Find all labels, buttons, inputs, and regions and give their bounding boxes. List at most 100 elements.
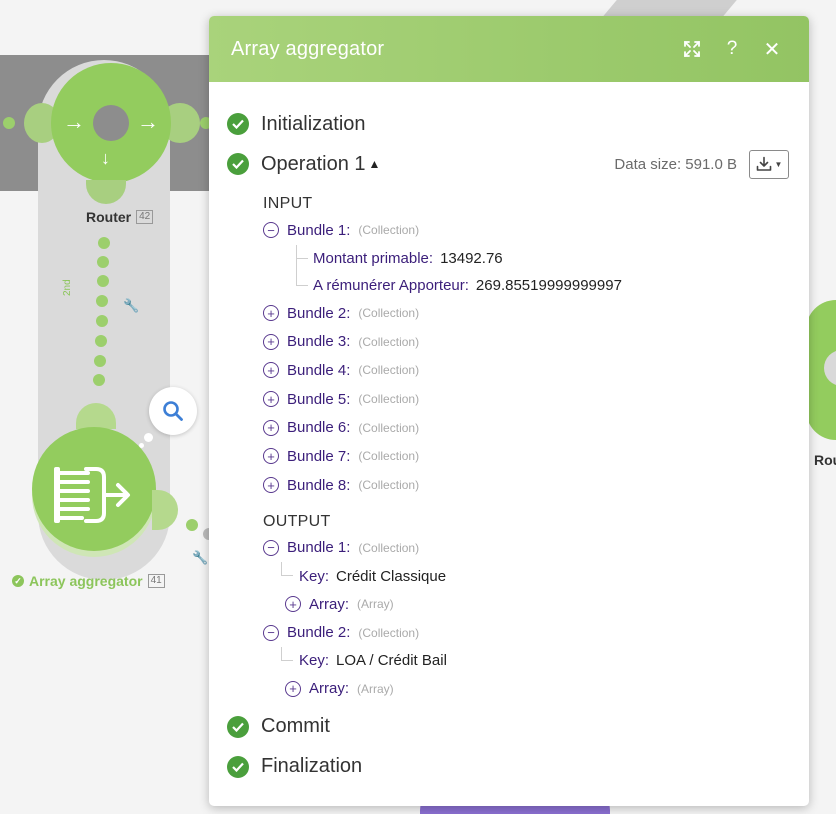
bundle-type: (Collection): [358, 306, 420, 321]
array-type: (Array): [357, 597, 394, 612]
input-bundle-4[interactable]: + Bundle 4: (Collection): [263, 356, 789, 385]
help-button[interactable]: ?: [717, 34, 747, 64]
aggregator-name: Array aggregator: [29, 573, 143, 589]
expand-button[interactable]: [677, 34, 707, 64]
download-icon: [756, 156, 771, 171]
aggregator-label: ✓ Array aggregator 41: [12, 573, 165, 589]
data-size: Data size: 591.0 B: [614, 155, 737, 173]
router-node-right[interactable]: [806, 300, 836, 440]
field-key: Key:: [299, 652, 330, 670]
plus-circle-icon[interactable]: +: [263, 333, 279, 350]
input-tree: − Bundle 1: (Collection) Montant primabl…: [263, 216, 789, 500]
aggregator-connector-right: [152, 490, 178, 530]
success-check-icon: ✓: [12, 575, 24, 587]
stage-label: Operation 1: [261, 152, 366, 175]
link-dot: [96, 315, 108, 327]
link-dot: [93, 374, 105, 386]
input-bundle-7[interactable]: + Bundle 7: (Collection): [263, 442, 789, 471]
plus-circle-icon[interactable]: +: [263, 419, 279, 436]
input-bundle-1[interactable]: − Bundle 1: (Collection): [263, 216, 789, 245]
bundle-label: Bundle 1:: [287, 539, 351, 557]
router-label: Router 42: [86, 209, 154, 225]
aggregator-icon: [54, 467, 130, 523]
bundle-type: (Collection): [358, 625, 420, 640]
wrench-icon[interactable]: 🔧: [123, 298, 139, 314]
output-bundle-2[interactable]: − Bundle 2: (Collection): [263, 618, 789, 647]
input-bundle-8[interactable]: + Bundle 8: (Collection): [263, 471, 789, 500]
route-order-label: 2nd: [62, 279, 73, 296]
execution-inspector-panel: Array aggregator ? ✕ Initialization Oper…: [209, 16, 809, 806]
expand-icon: [684, 41, 700, 57]
array-aggregator-node[interactable]: [32, 427, 156, 551]
minus-circle-icon[interactable]: −: [263, 539, 279, 556]
caret-up-icon[interactable]: ▲: [369, 157, 381, 171]
input-bundle-5[interactable]: + Bundle 5: (Collection): [263, 385, 789, 414]
link-dot: [96, 295, 108, 307]
stage-label: Commit: [261, 715, 330, 738]
operation-meta: Data size: 591.0 B ▼: [614, 149, 789, 179]
minus-circle-icon[interactable]: −: [263, 624, 279, 641]
plus-circle-icon[interactable]: +: [263, 362, 279, 379]
stage-operation[interactable]: Operation 1 ▲ Data size: 591.0 B ▼: [227, 144, 789, 184]
stage-finalization[interactable]: Finalization: [227, 747, 789, 787]
search-icon: [163, 401, 183, 421]
bundle-label: Bundle 6:: [287, 419, 351, 437]
bundle-label: Bundle 5:: [287, 390, 351, 408]
array-type: (Array): [357, 681, 394, 696]
link-dot: [97, 275, 109, 287]
stage-initialization[interactable]: Initialization: [227, 104, 789, 144]
caret-down-icon: ▼: [774, 159, 783, 169]
bundle-type: (Collection): [358, 334, 420, 349]
input-bundle-2[interactable]: + Bundle 2: (Collection): [263, 299, 789, 328]
minus-circle-icon[interactable]: −: [263, 222, 279, 239]
check-circle-icon: [227, 153, 249, 175]
bundle-type: (Collection): [358, 478, 420, 493]
plus-circle-icon[interactable]: +: [263, 448, 279, 465]
bundle-label: Bundle 4:: [287, 361, 351, 379]
inspect-bubble[interactable]: [149, 387, 197, 435]
plus-circle-icon[interactable]: +: [263, 391, 279, 408]
tree-line: [296, 244, 308, 259]
field-value: 13492.76: [440, 249, 503, 267]
close-icon: ✕: [763, 38, 781, 61]
download-button[interactable]: ▼: [749, 149, 789, 179]
plus-circle-icon[interactable]: +: [285, 680, 301, 697]
link-dot: [97, 256, 109, 268]
bundle-type: (Collection): [358, 363, 420, 378]
array-label: Array:: [309, 680, 350, 698]
field-value: LOA / Crédit Bail: [336, 652, 447, 670]
close-button[interactable]: ✕: [757, 34, 787, 64]
stage-commit[interactable]: Commit: [227, 707, 789, 747]
input-bundle-6[interactable]: + Bundle 6: (Collection): [263, 413, 789, 442]
connector-dot: [3, 117, 15, 129]
wrench-icon[interactable]: 🔧: [192, 550, 208, 566]
panel-body: Initialization Operation 1 ▲ Data size: …: [209, 82, 809, 787]
output-section-title: OUTPUT: [263, 512, 331, 530]
tree-line: [281, 646, 293, 661]
output-bundle-1[interactable]: − Bundle 1: (Collection): [263, 534, 789, 563]
array-label: Array:: [309, 595, 350, 613]
stage-label: Finalization: [261, 755, 363, 778]
field-key: Montant primable:: [313, 249, 434, 267]
router-hole: [824, 350, 836, 386]
field-row: Key: LOA / Crédit Bail: [263, 646, 789, 675]
plus-circle-icon[interactable]: +: [263, 477, 279, 494]
bundle-type: (Collection): [358, 540, 420, 555]
array-row[interactable]: + Array: (Array): [263, 675, 789, 703]
bundle-label: Bundle 3:: [287, 333, 351, 351]
check-circle-icon: [227, 113, 249, 135]
router-right-label: Rou: [814, 452, 836, 468]
router-node[interactable]: → → ↓: [51, 63, 171, 183]
check-circle-icon: [227, 715, 249, 738]
router-hole: [93, 105, 129, 141]
bundle-label: Bundle 2:: [287, 624, 351, 642]
field-value: 269.85519999999997: [475, 276, 622, 294]
input-bundle-3[interactable]: + Bundle 3: (Collection): [263, 327, 789, 356]
array-row[interactable]: + Array: (Array): [263, 590, 789, 618]
bundle-label: Bundle 8:: [287, 476, 351, 494]
panel-header: Array aggregator ? ✕: [209, 16, 809, 82]
arrow-down-icon: ↓: [101, 148, 110, 168]
plus-circle-icon[interactable]: +: [285, 596, 301, 613]
plus-circle-icon[interactable]: +: [263, 305, 279, 322]
field-row: Key: Crédit Classique: [263, 562, 789, 590]
